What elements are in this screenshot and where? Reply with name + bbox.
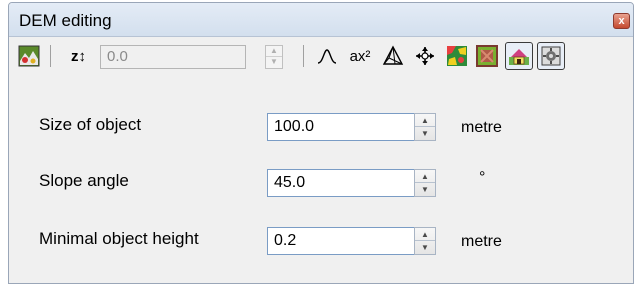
slope-angle-input[interactable]: 45.0 (267, 169, 415, 197)
settings-button[interactable] (537, 42, 565, 70)
toolbar: z↕ 0.0 ▲ ▼ ax² (9, 38, 633, 74)
ax2-label: ax² (349, 47, 371, 65)
close-icon: x (618, 15, 625, 27)
spin-up-icon[interactable]: ▲ (266, 46, 282, 57)
move-icon[interactable] (413, 44, 437, 68)
curve-icon[interactable] (315, 44, 339, 68)
toolbar-separator (303, 45, 304, 67)
building-icon (509, 49, 529, 65)
z-axis-icon: z↕ (71, 48, 86, 65)
minimal-object-height-label: Minimal object height (39, 229, 199, 248)
height-value-spinner[interactable]: ▲ ▼ (265, 45, 283, 69)
size-of-object-label: Size of object (39, 115, 142, 134)
spin-down-icon[interactable]: ▼ (415, 183, 435, 196)
size-of-object-unit: metre (461, 119, 502, 136)
spin-up-icon[interactable]: ▲ (415, 114, 435, 127)
close-button[interactable]: x (613, 13, 630, 29)
title-bar[interactable]: DEM editing x (9, 3, 633, 37)
size-of-object-spinner[interactable]: ▲ ▼ (414, 113, 436, 141)
slope-angle-spinner[interactable]: ▲ ▼ (414, 169, 436, 197)
spin-down-icon[interactable]: ▼ (415, 127, 435, 140)
dem-color-icon[interactable] (445, 44, 469, 68)
dem-landscape-icon[interactable] (17, 44, 41, 68)
toolbar-separator (50, 45, 51, 67)
height-value-input[interactable]: 0.0 (100, 45, 246, 69)
size-of-object-input[interactable]: 100.0 (267, 113, 415, 141)
slope-angle-label: Slope angle (39, 171, 129, 190)
spin-up-icon[interactable]: ▲ (415, 228, 435, 241)
spin-up-icon[interactable]: ▲ (415, 170, 435, 183)
pyramid-icon[interactable] (381, 44, 405, 68)
dem-editing-window: DEM editing x z↕ 0.0 ▲ ▼ ax² Size of obj… (8, 2, 634, 284)
spin-down-icon[interactable]: ▼ (266, 57, 282, 68)
settings-icon (541, 46, 561, 66)
minimal-object-height-unit: metre (461, 233, 502, 250)
quadratic-icon[interactable]: ax² (345, 44, 375, 68)
dem-pattern-icon[interactable] (475, 44, 499, 68)
minimal-object-height-spinner[interactable]: ▲ ▼ (414, 227, 436, 255)
minimal-object-height-input[interactable]: 0.2 (267, 227, 415, 255)
spin-down-icon[interactable]: ▼ (415, 241, 435, 254)
window-title: DEM editing (19, 11, 112, 30)
slope-angle-unit: ° (479, 169, 486, 186)
building-button[interactable] (505, 42, 533, 70)
